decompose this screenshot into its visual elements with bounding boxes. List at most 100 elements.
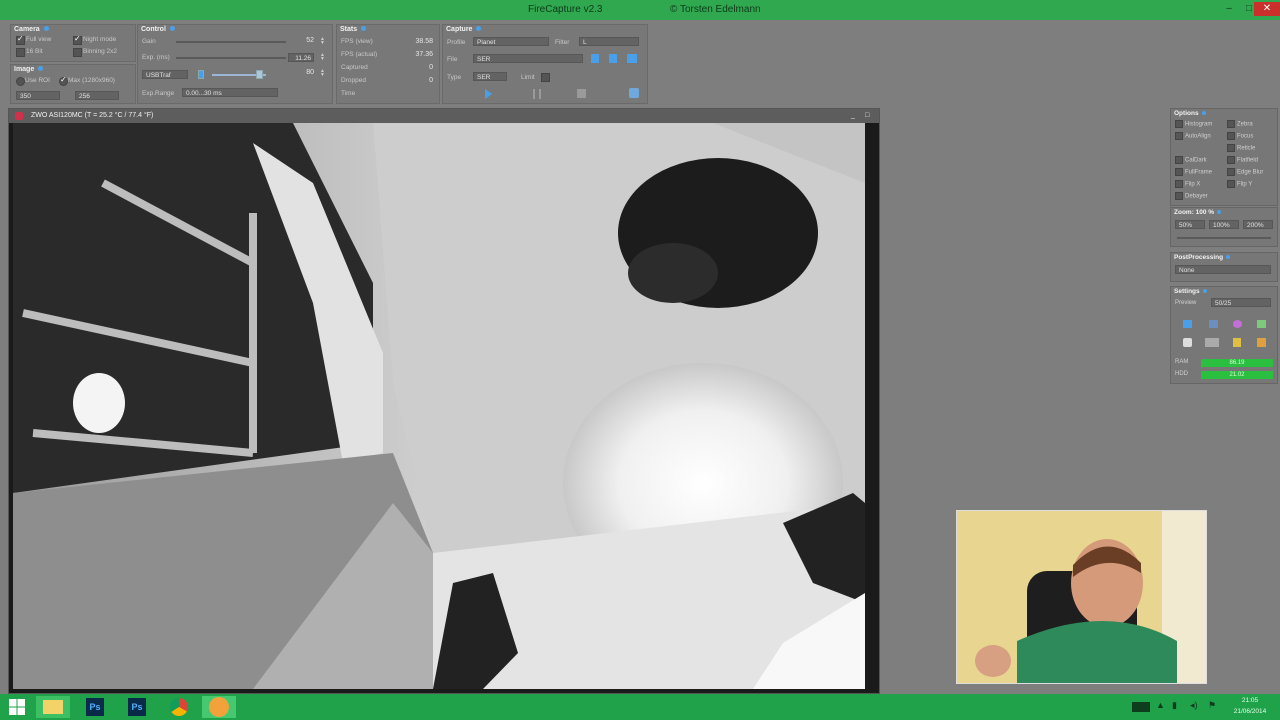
- copy-icon[interactable]: [1183, 338, 1192, 347]
- tray-arrow-icon[interactable]: ▲: [1156, 700, 1165, 710]
- color-icon[interactable]: [1233, 320, 1242, 328]
- captured-label: Captured: [341, 64, 368, 71]
- captured-value: 0: [429, 64, 433, 71]
- snapshot-icon[interactable]: [629, 88, 639, 98]
- zoom-group: Zoom: 100 % 50% 100% 200%: [1170, 207, 1278, 247]
- zoom-100-button[interactable]: 100%: [1209, 220, 1239, 229]
- plugin-icon[interactable]: [1257, 320, 1266, 328]
- camera-frame-illustration: [13, 123, 865, 689]
- save-settings-icon[interactable]: [1209, 320, 1218, 328]
- option-caldark-label: CalDark: [1185, 157, 1207, 164]
- exposure-value[interactable]: 11.26: [288, 53, 314, 62]
- option-zebra-label: Zebra: [1237, 121, 1253, 128]
- option-flipx[interactable]: Flip X: [1175, 180, 1200, 188]
- file-input[interactable]: SER: [473, 54, 583, 63]
- folder-icon[interactable]: [591, 54, 599, 63]
- full-view-label: Full view: [26, 36, 52, 43]
- usb-spinner[interactable]: ▲ ▼: [320, 69, 325, 78]
- chrome-taskbar-button[interactable]: [162, 696, 196, 718]
- night-mode-checkbox[interactable]: [73, 34, 82, 45]
- flag-icon[interactable]: ⚑: [1208, 700, 1216, 711]
- stop-icon[interactable]: [577, 89, 586, 98]
- option-autoalign[interactable]: AutoAlign: [1175, 132, 1211, 140]
- use-roi-radio[interactable]: [16, 77, 25, 86]
- zoom-slider[interactable]: [1177, 237, 1271, 239]
- zoom-200-button[interactable]: 200%: [1243, 220, 1273, 229]
- settings-icon[interactable]: [609, 54, 617, 63]
- exp-range-dropdown[interactable]: 0.00...30 ms: [182, 88, 278, 97]
- wrench-icon[interactable]: [1257, 338, 1266, 347]
- clock-date[interactable]: 21/06/2014: [1224, 708, 1276, 715]
- 16bit-checkbox[interactable]: [16, 48, 25, 57]
- camera-preview-window: ZWO ASI120MC (T = 25.2 °C / 77.4 °F) _ □: [8, 108, 880, 694]
- gain-slider[interactable]: [176, 41, 286, 43]
- volume-icon[interactable]: ◂): [1190, 700, 1198, 711]
- width-input[interactable]: 350: [16, 91, 60, 100]
- camera-window-minimize[interactable]: _: [851, 109, 855, 123]
- network-icon[interactable]: ▮: [1172, 700, 1177, 711]
- image-group: Image Use ROI Max (1280x960) 350 256: [10, 64, 136, 104]
- exposure-slider[interactable]: [176, 57, 286, 59]
- option-reticle[interactable]: Reticle: [1227, 144, 1255, 152]
- option-flatfield[interactable]: Flatfield: [1227, 156, 1258, 164]
- top-control-panel: Camera Full view Night mode 16 Bit Binni…: [0, 20, 1280, 108]
- bulb-icon[interactable]: [1233, 338, 1241, 347]
- sort-icon[interactable]: [1205, 338, 1219, 347]
- option-fullframe[interactable]: FullFrame: [1175, 168, 1212, 176]
- height-input[interactable]: 256: [75, 91, 119, 100]
- preview-dropdown[interactable]: 50/25: [1211, 298, 1271, 307]
- gain-spinner[interactable]: ▲ ▼: [320, 37, 325, 46]
- profile-dropdown[interactable]: Planet: [473, 37, 549, 46]
- webcam-person-illustration: [957, 511, 1206, 683]
- type-dropdown[interactable]: SER: [473, 72, 507, 81]
- hdd-meter: 21.02: [1201, 371, 1273, 379]
- binning-checkbox[interactable]: [73, 48, 82, 57]
- open-folder-icon[interactable]: [627, 54, 637, 63]
- settings-title: Settings: [1174, 288, 1207, 295]
- photoshop-taskbar-button-1[interactable]: Ps: [78, 696, 112, 718]
- auto-icon[interactable]: [198, 70, 204, 79]
- option-focus[interactable]: Focus: [1227, 132, 1253, 140]
- option-flipy[interactable]: Flip Y: [1227, 180, 1252, 188]
- limit-checkbox[interactable]: [541, 73, 550, 82]
- dropped-label: Dropped: [341, 77, 366, 84]
- minimize-button[interactable]: –: [1220, 2, 1238, 16]
- ram-label: RAM: [1175, 359, 1189, 365]
- title-bar: FireCapture v2.3 © Torsten Edelmann – □ …: [0, 0, 1280, 20]
- limit-label: Limit: [521, 74, 535, 81]
- windows-logo-icon: [9, 699, 25, 715]
- filter-dropdown[interactable]: L: [579, 37, 639, 46]
- full-view-checkbox[interactable]: [16, 34, 25, 45]
- camera-window-titlebar: ZWO ASI120MC (T = 25.2 °C / 77.4 °F) _ □: [9, 109, 879, 123]
- max-size-radio[interactable]: [59, 75, 68, 86]
- camera-icon: [15, 112, 23, 120]
- option-zebra[interactable]: Zebra: [1227, 120, 1253, 128]
- clock-time[interactable]: 21:05: [1224, 697, 1276, 704]
- firecapture-taskbar-button[interactable]: [202, 696, 236, 718]
- zoom-50-button[interactable]: 50%: [1175, 220, 1205, 229]
- photoshop-taskbar-button-2[interactable]: Ps: [120, 696, 154, 718]
- option-caldark[interactable]: CalDark: [1175, 156, 1207, 164]
- camera-window-maximize[interactable]: □: [865, 109, 869, 123]
- file-explorer-taskbar-button[interactable]: [36, 696, 70, 718]
- usb-mode-dropdown[interactable]: USBTraf: [142, 70, 188, 79]
- option-histogram[interactable]: Histogram: [1175, 120, 1212, 128]
- display-settings-icon[interactable]: [1183, 320, 1192, 328]
- use-roi-label: Use ROI: [25, 77, 50, 84]
- keyboard-icon[interactable]: [1132, 702, 1150, 712]
- gain-value: 52: [306, 37, 314, 44]
- option-debayer[interactable]: Debayer: [1175, 192, 1208, 200]
- live-camera-image[interactable]: [13, 123, 865, 689]
- pause-icon[interactable]: [533, 89, 541, 99]
- postprocessing-dropdown[interactable]: None: [1175, 265, 1271, 274]
- file-label: File: [447, 56, 458, 63]
- option-edgeblur[interactable]: Edge Blur: [1227, 168, 1263, 176]
- exposure-spinner[interactable]: ▲ ▼: [320, 53, 325, 62]
- usb-slider-thumb[interactable]: [256, 70, 263, 79]
- option-reticle-label: Reticle: [1237, 145, 1256, 152]
- close-button[interactable]: ✕: [1254, 2, 1280, 16]
- start-capture-icon[interactable]: [485, 89, 492, 99]
- image-group-title: Image: [14, 66, 43, 73]
- start-button[interactable]: [0, 696, 34, 718]
- filter-label: Filter: [555, 39, 570, 46]
